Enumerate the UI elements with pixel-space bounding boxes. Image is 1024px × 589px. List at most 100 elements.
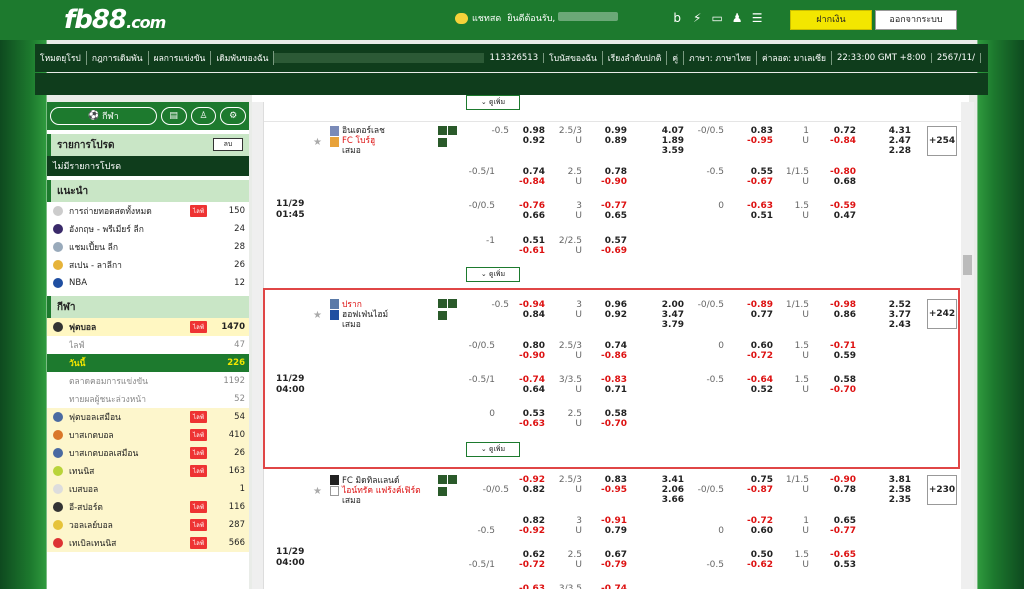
rec-item[interactable]: การถ่ายทอดสดทั้งหมด ไลฟ์ 150 — [47, 202, 249, 220]
odds-cell[interactable]: 0.82 — [511, 516, 545, 526]
odds-cell[interactable]: 3.79 — [650, 320, 684, 330]
odds-cell[interactable]: 0.71 — [593, 385, 627, 395]
odds-cell[interactable]: -0.77 — [822, 526, 856, 536]
odds-cell[interactable]: 0.78 — [593, 167, 627, 177]
sport-esports[interactable]: อี-สปอร์ต ไลฟ์ 116 — [47, 498, 249, 516]
main-scrollbar[interactable] — [961, 102, 974, 589]
flash-icon[interactable]: ⚡ — [690, 11, 704, 25]
sport-volleyball[interactable]: วอลเลย์บอล ไลฟ์ 287 — [47, 516, 249, 534]
odds-cell[interactable]: 0.79 — [593, 526, 627, 536]
odds-cell[interactable]: 0.99 — [593, 126, 627, 136]
sport-virtual-football[interactable]: ฟุตบอลเสมือน ไลฟ์ 54 — [47, 408, 249, 426]
menu-odds-type[interactable]: ค่าลอต: มาเลเซีย — [757, 51, 832, 65]
stats-icon[interactable] — [438, 299, 457, 308]
settings-icon[interactable]: ⚙ — [220, 107, 247, 125]
livescore-icon[interactable] — [438, 311, 447, 320]
more-markets-button[interactable]: +230 — [927, 475, 957, 505]
odds-cell[interactable]: -0.72 — [511, 560, 545, 570]
odds-cell[interactable]: 0.72 — [822, 126, 856, 136]
odds-cell[interactable]: 0.65 — [822, 516, 856, 526]
menu-sort[interactable]: เรียงลำดับปกติ — [603, 51, 668, 65]
football-outright[interactable]: ทายผลผู้ชนะล่วงหน้า 52 — [47, 390, 249, 408]
odds-cell[interactable]: 3.47 — [650, 310, 684, 320]
sport-tennis[interactable]: เทนนิส ไลฟ์ 163 — [47, 462, 249, 480]
odds-cell[interactable]: -0.59 — [822, 201, 856, 211]
odds-cell[interactable]: -0.90 — [511, 351, 545, 361]
odds-cell[interactable]: -0.62 — [739, 560, 773, 570]
odds-cell[interactable]: 0.77 — [739, 310, 773, 320]
odds-cell[interactable]: -0.63 — [739, 201, 773, 211]
odds-cell[interactable]: -0.94 — [511, 300, 545, 310]
odds-cell[interactable]: 0.96 — [593, 300, 627, 310]
odds-cell[interactable]: 0.74 — [593, 341, 627, 351]
odds-cell[interactable]: 0.92 — [593, 310, 627, 320]
odds-cell[interactable]: 0.92 — [511, 136, 545, 146]
delete-favorites-button[interactable]: ลบ — [213, 138, 243, 151]
odds-cell[interactable]: 0.84 — [511, 310, 545, 320]
menu-pair[interactable]: คู่ — [667, 51, 685, 65]
odds-cell[interactable]: -0.67 — [739, 177, 773, 187]
menu-rules[interactable]: กฎการเดิมพัน — [87, 51, 149, 65]
sport-basketball[interactable]: บาสเกตบอล ไลฟ์ 410 — [47, 426, 249, 444]
odds-cell[interactable]: -0.79 — [593, 560, 627, 570]
odds-cell[interactable]: -0.87 — [739, 485, 773, 495]
more-button[interactable]: ⌄ ดูเพิ่ม — [466, 267, 520, 282]
odds-cell[interactable]: -0.77 — [593, 201, 627, 211]
odds-cell[interactable]: 0.62 — [511, 550, 545, 560]
odds-cell[interactable]: -0.74 — [511, 375, 545, 385]
odds-cell[interactable]: -0.84 — [822, 136, 856, 146]
sport-football[interactable]: ฟุตบอล ไลฟ์ 1470 — [47, 318, 249, 336]
odds-cell[interactable]: 1.89 — [650, 136, 684, 146]
odds-cell[interactable]: 4.31 — [877, 126, 911, 136]
odds-cell[interactable]: -0.92 — [511, 475, 545, 485]
odds-cell[interactable]: 0.83 — [593, 475, 627, 485]
bonus-icon[interactable]: b — [670, 11, 684, 25]
odds-cell[interactable]: 0.50 — [739, 550, 773, 560]
rec-item[interactable]: NBA 12 — [47, 274, 249, 292]
menu-results[interactable]: ผลการแข่งขัน — [149, 51, 212, 65]
odds-cell[interactable]: 0.55 — [739, 167, 773, 177]
favorite-star-icon[interactable]: ★ — [313, 310, 322, 321]
odds-cell[interactable]: -0.65 — [822, 550, 856, 560]
odds-cell[interactable]: -0.95 — [593, 485, 627, 495]
odds-cell[interactable]: 0.68 — [822, 177, 856, 187]
odds-cell[interactable]: 0.58 — [822, 375, 856, 385]
odds-cell[interactable]: 2.00 — [650, 300, 684, 310]
menu-language[interactable]: ภาษา: ภาษาไทย — [684, 51, 757, 65]
logout-button[interactable]: ออกจากระบบ — [875, 10, 957, 30]
odds-cell[interactable]: 0.89 — [593, 136, 627, 146]
odds-cell[interactable]: 0.53 — [822, 560, 856, 570]
odds-cell[interactable]: -0.76 — [511, 201, 545, 211]
odds-cell[interactable]: 0.51 — [511, 236, 545, 246]
odds-cell[interactable]: -0.84 — [511, 177, 545, 187]
odds-cell[interactable]: 0.64 — [511, 385, 545, 395]
odds-cell[interactable]: 0.53 — [511, 409, 545, 419]
odds-cell[interactable]: 0.51 — [739, 211, 773, 221]
odds-cell[interactable]: -0.90 — [593, 177, 627, 187]
odds-cell[interactable]: -0.70 — [593, 419, 627, 429]
odds-cell[interactable]: 0.86 — [822, 310, 856, 320]
odds-cell[interactable]: -0.72 — [739, 516, 773, 526]
rec-item[interactable]: อังกฤษ - พรีเมียร์ ลีก 24 — [47, 220, 249, 238]
odds-cell[interactable]: -0.98 — [822, 300, 856, 310]
odds-cell[interactable]: 0.60 — [739, 526, 773, 536]
sport-table-tennis[interactable]: เทเบิลเทนนิส ไลฟ์ 566 — [47, 534, 249, 552]
list-icon[interactable]: ☰ — [750, 11, 764, 25]
odds-cell[interactable]: 0.83 — [739, 126, 773, 136]
odds-cell[interactable]: 0.52 — [739, 385, 773, 395]
odds-cell[interactable]: -0.61 — [511, 246, 545, 256]
odds-cell[interactable]: -0.91 — [593, 516, 627, 526]
livescore-icon[interactable] — [438, 138, 447, 147]
odds-cell[interactable]: 0.58 — [593, 409, 627, 419]
more-markets-button[interactable]: +242 — [927, 299, 957, 329]
scrollbar-thumb[interactable] — [963, 255, 972, 275]
more-button[interactable]: ⌄ ดูเพิ่ม — [466, 442, 520, 457]
odds-cell[interactable]: 0.66 — [511, 211, 545, 221]
favorite-star-icon[interactable]: ★ — [313, 486, 322, 497]
odds-cell[interactable]: -0.80 — [822, 167, 856, 177]
menu-euro-mode[interactable]: โหมดยุโรป — [35, 51, 87, 65]
odds-cell[interactable]: -0.70 — [822, 385, 856, 395]
odds-cell[interactable]: -0.71 — [822, 341, 856, 351]
odds-cell[interactable]: -0.63 — [511, 584, 545, 589]
stats-icon[interactable] — [438, 126, 457, 135]
